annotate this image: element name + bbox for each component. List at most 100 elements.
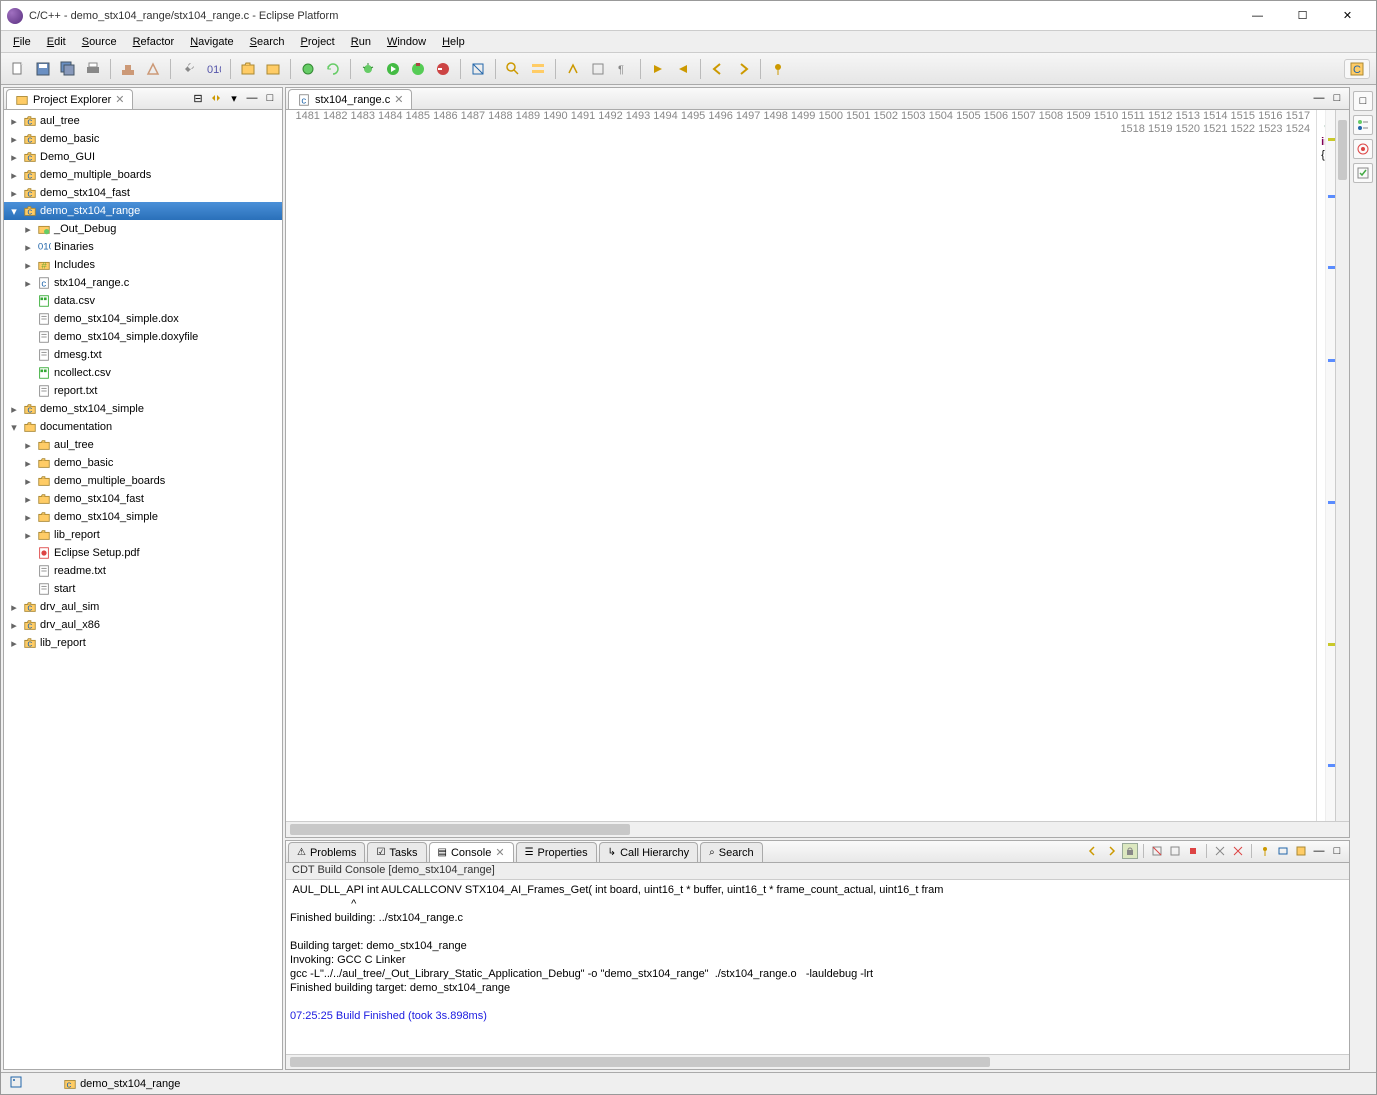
task-list-view-icon[interactable] xyxy=(1353,163,1373,183)
outline-view-icon[interactable] xyxy=(1353,115,1373,135)
save-button[interactable] xyxy=(32,58,54,80)
build-all-button[interactable] xyxy=(117,58,139,80)
vertical-scrollbar[interactable] xyxy=(1335,110,1349,821)
toggle-block-button[interactable] xyxy=(587,58,609,80)
tree-item[interactable]: dmesg.txt xyxy=(4,346,282,364)
wrench-button[interactable] xyxy=(177,58,199,80)
new-folder-button[interactable] xyxy=(262,58,284,80)
prev-annotation-button[interactable] xyxy=(672,58,694,80)
tree-item[interactable]: ▸lib_report xyxy=(4,526,282,544)
ext-tools-button[interactable] xyxy=(432,58,454,80)
source-code[interactable]: as a negative value. */ int main( int ar… xyxy=(1317,110,1325,821)
window-maximize-button[interactable]: ☐ xyxy=(1280,2,1325,30)
tab-problems[interactable]: ⚠Problems xyxy=(288,842,365,862)
minimize-view-button[interactable]: — xyxy=(244,90,260,106)
build-project-button[interactable] xyxy=(142,58,164,80)
editor-tab[interactable]: c stx104_range.c ✕ xyxy=(288,89,412,109)
restore-button[interactable]: □ xyxy=(1353,91,1373,111)
menu-search[interactable]: Search xyxy=(242,34,293,50)
window-close-button[interactable]: ✕ xyxy=(1325,2,1370,30)
menu-source[interactable]: Source xyxy=(74,34,125,50)
tab-tasks[interactable]: ☑Tasks xyxy=(367,842,426,862)
console-prev-button[interactable] xyxy=(1086,843,1102,859)
tree-item[interactable]: ▸cdemo_stx104_simple xyxy=(4,400,282,418)
tree-item[interactable]: ▸demo_stx104_simple xyxy=(4,508,282,526)
pinned-button[interactable] xyxy=(767,58,789,80)
menu-window[interactable]: Window xyxy=(379,34,434,50)
menu-edit[interactable]: Edit xyxy=(39,34,74,50)
menu-navigate[interactable]: Navigate xyxy=(182,34,241,50)
view-menu-button[interactable]: ▾ xyxy=(226,90,242,106)
tree-item[interactable]: ▸cdemo_multiple_boards xyxy=(4,166,282,184)
tree-item[interactable]: ▸aul_tree xyxy=(4,436,282,454)
console-clear-button[interactable] xyxy=(1149,843,1165,859)
perspective-switcher[interactable]: C xyxy=(1344,59,1370,79)
editor-horizontal-scrollbar[interactable] xyxy=(286,821,1349,837)
annotations-button[interactable] xyxy=(527,58,549,80)
binary-button[interactable]: 010 xyxy=(202,58,224,80)
tree-item[interactable]: ▸caul_tree xyxy=(4,112,282,130)
new-button[interactable] xyxy=(7,58,29,80)
tree-item[interactable]: ▸cdemo_stx104_fast xyxy=(4,184,282,202)
maximize-editor-button[interactable]: □ xyxy=(1329,90,1345,106)
tree-item[interactable]: start xyxy=(4,580,282,598)
project-explorer-tab[interactable]: Project Explorer ✕ xyxy=(6,89,133,109)
minimize-editor-button[interactable]: — xyxy=(1311,90,1327,106)
close-icon[interactable]: ✕ xyxy=(115,93,124,106)
tree-item[interactable]: ▾cdemo_stx104_range xyxy=(4,202,282,220)
tree-item[interactable]: ▾documentation xyxy=(4,418,282,436)
print-button[interactable] xyxy=(82,58,104,80)
tree-item[interactable]: ▸cdemo_basic xyxy=(4,130,282,148)
show-whitespace-button[interactable]: ¶ xyxy=(612,58,634,80)
collapse-all-button[interactable]: ⊟ xyxy=(190,90,206,106)
window-minimize-button[interactable]: — xyxy=(1235,2,1280,30)
tab-console[interactable]: ▤Console ✕ xyxy=(429,842,514,862)
refresh-button[interactable] xyxy=(322,58,344,80)
tree-item[interactable]: ▸010Binaries xyxy=(4,238,282,256)
tree-item[interactable]: ▸demo_multiple_boards xyxy=(4,472,282,490)
next-annotation-button[interactable] xyxy=(647,58,669,80)
overview-ruler[interactable] xyxy=(1325,110,1335,821)
close-icon[interactable]: ✕ xyxy=(394,93,403,106)
maximize-bottom-button[interactable]: □ xyxy=(1329,843,1345,859)
tab-search[interactable]: ⌕Search xyxy=(700,842,762,862)
open-type-button[interactable] xyxy=(467,58,489,80)
new-class-button[interactable] xyxy=(297,58,319,80)
forward-button[interactable] xyxy=(732,58,754,80)
mark-occurrences-button[interactable] xyxy=(562,58,584,80)
tab-properties[interactable]: ☰Properties xyxy=(516,842,597,862)
tree-item[interactable]: readme.txt xyxy=(4,562,282,580)
tree-item[interactable]: ▸cdrv_aul_sim xyxy=(4,598,282,616)
tree-item[interactable]: ncollect.csv xyxy=(4,364,282,382)
menu-run[interactable]: Run xyxy=(343,34,379,50)
tree-item[interactable]: ▸cDemo_GUI xyxy=(4,148,282,166)
new-project-button[interactable] xyxy=(237,58,259,80)
tab-call-hierarchy[interactable]: ↳Call Hierarchy xyxy=(599,842,698,862)
console-open-button[interactable] xyxy=(1293,843,1309,859)
project-tree[interactable]: ▸caul_tree▸cdemo_basic▸cDemo_GUI▸cdemo_m… xyxy=(4,110,282,1069)
tree-item[interactable]: demo_stx104_simple.doxyfile xyxy=(4,328,282,346)
console-output[interactable]: AUL_DLL_API int AULCALLCONV STX104_AI_Fr… xyxy=(286,880,1349,1054)
tree-item[interactable]: ▸#Includes xyxy=(4,256,282,274)
debug-button[interactable] xyxy=(357,58,379,80)
console-pin-button[interactable] xyxy=(1257,843,1273,859)
tree-item[interactable]: ▸cdrv_aul_x86 xyxy=(4,616,282,634)
tree-item[interactable]: ▸clib_report xyxy=(4,634,282,652)
menu-project[interactable]: Project xyxy=(293,34,343,50)
tree-item[interactable]: ▸demo_stx104_fast xyxy=(4,490,282,508)
run-button[interactable] xyxy=(382,58,404,80)
tree-item[interactable]: report.txt xyxy=(4,382,282,400)
tree-item[interactable]: data.csv xyxy=(4,292,282,310)
editor-body[interactable]: 1481 1482 1483 1484 1485 1486 1487 1488 … xyxy=(286,110,1349,821)
menu-help[interactable]: Help xyxy=(434,34,473,50)
minimize-bottom-button[interactable]: — xyxy=(1311,843,1327,859)
console-next-button[interactable] xyxy=(1104,843,1120,859)
save-all-button[interactable] xyxy=(57,58,79,80)
console-remove-button[interactable] xyxy=(1212,843,1228,859)
console-display-button[interactable] xyxy=(1275,843,1291,859)
tree-item[interactable]: ▸demo_basic xyxy=(4,454,282,472)
console-lock-button[interactable] xyxy=(1122,843,1138,859)
link-editor-button[interactable] xyxy=(208,90,224,106)
maximize-view-button[interactable]: □ xyxy=(262,90,278,106)
console-terminate-button[interactable] xyxy=(1185,843,1201,859)
